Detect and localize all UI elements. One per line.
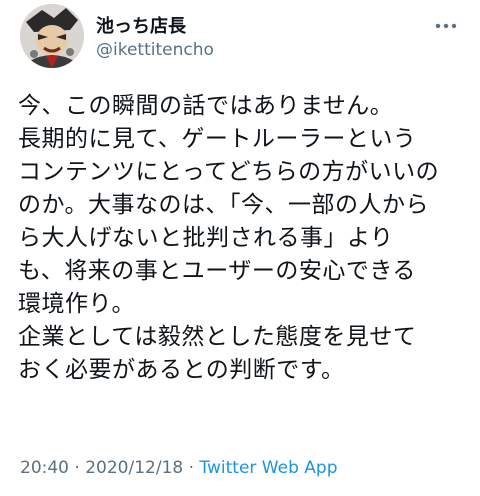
avatar-illustration-icon: [20, 4, 84, 68]
author-display-name[interactable]: 池っち店長: [96, 12, 186, 38]
tweet-line: コンテンツにとってどちらの方がいいの: [18, 159, 440, 185]
tweet-text: 今、この瞬間の話ではありません。 長期的に見て、ゲートルーラーという コンテンツ…: [18, 90, 470, 387]
tweet-line: おく必要があるとの判断です。: [18, 357, 345, 383]
profile-avatar[interactable]: [20, 4, 84, 68]
tweet-date[interactable]: 2020/12/18: [85, 458, 183, 478]
tweet-line: 環境作り。: [18, 291, 136, 317]
tweet-line: のか。大事なのは、「今、一部の人から: [18, 192, 430, 218]
author-handle[interactable]: @ikettitencho: [96, 40, 214, 60]
more-dots-icon: [435, 23, 457, 29]
more-options-button[interactable]: [426, 12, 466, 40]
tweet-time[interactable]: 20:40: [20, 458, 69, 478]
tweet-line: も、将来の事とユーザーの安心できる: [18, 258, 416, 284]
tweet-line: 今、この瞬間の話ではありません。: [18, 93, 394, 119]
meta-separator: ·: [69, 458, 86, 478]
tweet: 池っち店長 @ikettitencho 今、この瞬間の話ではありません。 長期的…: [0, 0, 480, 496]
tweet-line: 長期的に見て、ゲートルーラーという: [18, 126, 417, 152]
tweet-source-link[interactable]: Twitter Web App: [199, 458, 337, 478]
tweet-meta: 20:40 · 2020/12/18 · Twitter Web App: [20, 458, 337, 478]
tweet-line: ら大人げないと批判される事」より: [18, 225, 394, 251]
meta-separator: ·: [183, 458, 200, 478]
tweet-line: 企業としては毅然とした態度を見せて: [18, 324, 417, 350]
